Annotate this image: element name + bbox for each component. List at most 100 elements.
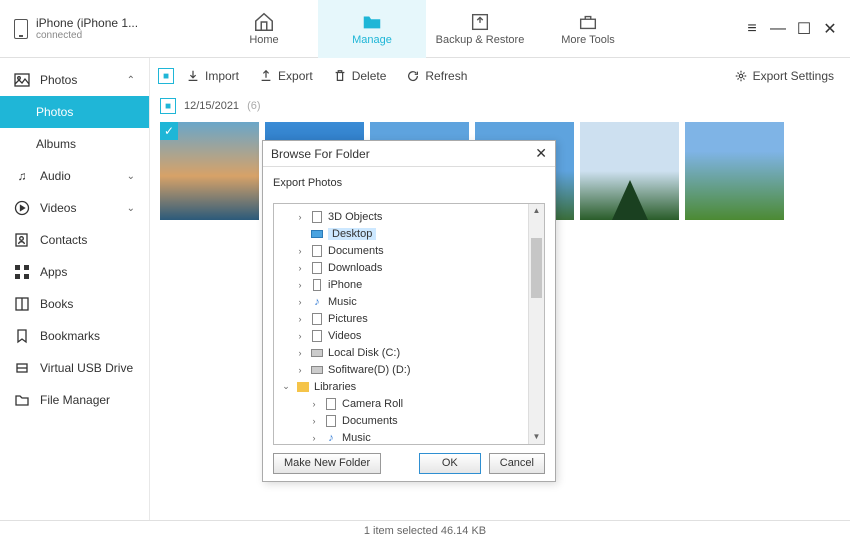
tree-item-label: Downloads <box>328 262 382 274</box>
sidebar-albums[interactable]: Albums <box>0 128 149 160</box>
export-icon <box>259 69 273 83</box>
device-info[interactable]: iPhone (iPhone 1... connected <box>0 16 150 41</box>
nav-backup-restore[interactable]: Backup & Restore <box>426 0 534 58</box>
trash-icon <box>333 69 347 83</box>
folder-icon <box>361 12 383 32</box>
make-new-folder-button[interactable]: Make New Folder <box>273 453 381 474</box>
refresh-icon <box>406 69 420 83</box>
tree-item[interactable]: › Downloads <box>274 259 544 276</box>
tree-item-label: Pictures <box>328 313 368 325</box>
tree-item[interactable]: › Sofitware(D) (D:) <box>274 361 544 378</box>
expand-icon[interactable]: › <box>294 331 306 341</box>
sidebar-photos[interactable]: Photos ⌃ <box>0 64 149 96</box>
menu-icon[interactable]: ≡ <box>744 20 760 38</box>
nav-manage[interactable]: Manage <box>318 0 426 58</box>
dialog-close-button[interactable]: ✕ <box>535 145 547 162</box>
tree-item-label: Videos <box>328 330 361 342</box>
sidebar-virtual-usb[interactable]: Virtual USB Drive <box>0 352 149 384</box>
sidebar-videos[interactable]: Videos ⌄ <box>0 192 149 224</box>
tree-item[interactable]: ⌄Libraries <box>274 378 544 395</box>
close-button[interactable]: ✕ <box>822 19 838 39</box>
tree-item[interactable]: › Local Disk (C:) <box>274 344 544 361</box>
group-count: (6) <box>247 100 260 112</box>
tree-item[interactable]: › Documents <box>274 242 544 259</box>
bookmark-icon <box>14 328 30 344</box>
sidebar: Photos ⌃ Photos Albums ♫ Audio ⌄ Videos … <box>0 58 150 520</box>
sidebar-contacts[interactable]: Contacts <box>0 224 149 256</box>
expand-icon[interactable]: › <box>308 399 320 409</box>
sidebar-photos-sub[interactable]: Photos <box>0 96 149 128</box>
book-icon <box>14 296 30 312</box>
cancel-button[interactable]: Cancel <box>489 453 545 474</box>
export-button[interactable]: Export <box>251 65 321 87</box>
tree-item-label: Music <box>342 432 371 444</box>
expand-icon[interactable]: ⌄ <box>280 381 292 392</box>
tree-item-label: Sofitware(D) (D:) <box>328 364 411 376</box>
nav-more-tools[interactable]: More Tools <box>534 0 642 58</box>
sidebar-bookmarks[interactable]: Bookmarks <box>0 320 149 352</box>
date-group-header: ■ 12/15/2021 (6) <box>150 94 850 118</box>
expand-icon[interactable]: › <box>294 365 306 375</box>
expand-icon[interactable]: › <box>308 433 320 443</box>
scroll-down-icon[interactable]: ▼ <box>529 430 544 444</box>
tree-item-label: Music <box>328 296 357 308</box>
scrollbar[interactable]: ▲ ▼ <box>528 204 544 444</box>
device-status: connected <box>36 30 138 41</box>
backup-icon <box>469 12 491 32</box>
status-bar: 1 item selected 46.14 KB <box>0 520 850 541</box>
minimize-button[interactable]: — <box>770 20 786 38</box>
tree-item-label: Local Disk (C:) <box>328 347 400 359</box>
home-icon <box>253 12 275 32</box>
sidebar-audio[interactable]: ♫ Audio ⌄ <box>0 160 149 192</box>
refresh-button[interactable]: Refresh <box>398 65 475 87</box>
expand-icon[interactable]: › <box>294 263 306 273</box>
usb-icon <box>14 360 30 376</box>
play-icon <box>14 200 30 216</box>
expand-icon[interactable]: › <box>294 280 306 290</box>
sidebar-file-manager[interactable]: File Manager <box>0 384 149 416</box>
photo-thumb[interactable] <box>580 122 679 220</box>
status-text: 1 item selected 46.14 KB <box>364 525 486 537</box>
music-note-icon: ♫ <box>14 168 30 184</box>
expand-icon[interactable]: › <box>294 297 306 307</box>
expand-icon[interactable]: › <box>294 212 306 222</box>
dialog-subtitle: Export Photos <box>263 167 555 193</box>
tree-item[interactable]: ›iPhone <box>274 276 544 293</box>
scroll-up-icon[interactable]: ▲ <box>529 204 544 218</box>
sidebar-books[interactable]: Books <box>0 288 149 320</box>
dialog-title: Browse For Folder <box>271 147 370 161</box>
tree-item[interactable]: ›Documents <box>274 412 544 429</box>
tree-item[interactable]: › Pictures <box>274 310 544 327</box>
photo-thumb[interactable] <box>685 122 784 220</box>
expand-icon[interactable]: › <box>308 416 320 426</box>
checkmark-icon: ✓ <box>160 122 178 140</box>
delete-button[interactable]: Delete <box>325 65 395 87</box>
export-settings-button[interactable]: Export Settings <box>726 65 842 87</box>
tree-item[interactable]: › Videos <box>274 327 544 344</box>
chevron-down-icon: ⌄ <box>127 203 135 214</box>
tree-item[interactable]: ›3D Objects <box>274 208 544 225</box>
import-button[interactable]: Import <box>178 65 247 87</box>
apps-icon <box>14 264 30 280</box>
folder-outline-icon <box>14 392 30 408</box>
group-checkbox[interactable]: ■ <box>160 98 176 114</box>
tree-item[interactable]: Desktop <box>274 225 544 242</box>
maximize-button[interactable]: ☐ <box>796 19 812 39</box>
tree-item[interactable]: ›♪Music <box>274 429 544 445</box>
tree-item-label: Camera Roll <box>342 398 403 410</box>
expand-icon[interactable]: › <box>294 348 306 358</box>
select-all-checkbox[interactable]: ■ <box>158 68 174 84</box>
photo-thumb[interactable]: ✓ <box>160 122 259 220</box>
sidebar-apps[interactable]: Apps <box>0 256 149 288</box>
picture-icon <box>14 72 30 88</box>
expand-icon[interactable]: › <box>294 246 306 256</box>
tree-item[interactable]: ›♪Music <box>274 293 544 310</box>
nav-home[interactable]: Home <box>210 0 318 58</box>
tree-item[interactable]: › Camera Roll <box>274 395 544 412</box>
scroll-thumb[interactable] <box>531 238 542 298</box>
expand-icon[interactable]: › <box>294 314 306 324</box>
chevron-down-icon: ⌄ <box>127 171 135 182</box>
ok-button[interactable]: OK <box>419 453 481 474</box>
import-icon <box>186 69 200 83</box>
tree-item-label: Documents <box>328 245 384 257</box>
